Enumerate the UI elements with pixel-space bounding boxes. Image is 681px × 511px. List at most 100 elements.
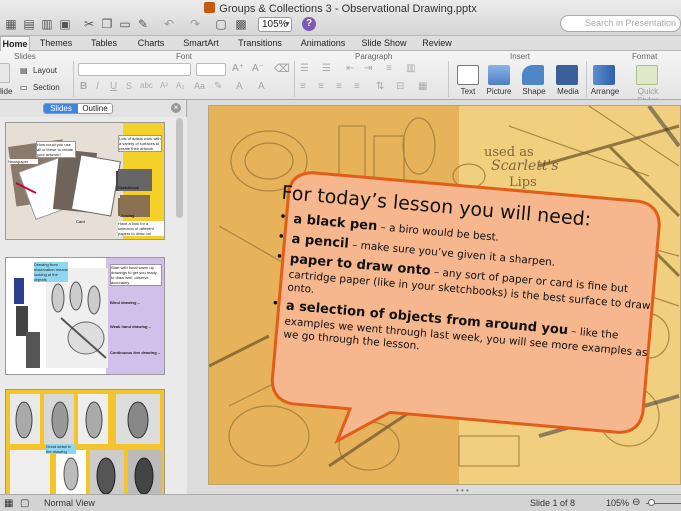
- thumb-note: Drawing from observation means looking a…: [34, 262, 68, 282]
- thumb-note: Have a look for a selection of different…: [118, 221, 164, 236]
- change-case-icon[interactable]: Aa: [194, 81, 205, 91]
- tab-tables[interactable]: Tables: [82, 36, 126, 51]
- new-slide-button[interactable]: lide: [0, 87, 12, 96]
- slide-sorter-icon[interactable]: ▢: [20, 498, 29, 509]
- tab-transitions[interactable]: Transitions: [230, 36, 290, 51]
- section-icon: ▭: [20, 83, 28, 92]
- superscript-icon[interactable]: A²: [160, 81, 168, 90]
- thumbnail-artwork: [6, 390, 164, 494]
- bullets-icon[interactable]: ☰: [300, 63, 309, 74]
- slides-pane: Slides Outline × Newspaper How could you…: [0, 100, 187, 494]
- tab-themes[interactable]: Themes: [33, 36, 79, 51]
- tab-slide-show[interactable]: Slide Show: [356, 36, 412, 51]
- new-icon[interactable]: ▤: [20, 15, 38, 33]
- slide-thumbnail-3[interactable]: Drawing from observation means looking a…: [5, 257, 165, 375]
- group-label-insert: Insert: [510, 52, 531, 61]
- font-color-icon[interactable]: A: [236, 81, 243, 92]
- text-direction-icon[interactable]: ⇅: [376, 81, 384, 92]
- tab-review[interactable]: Review: [416, 36, 458, 51]
- picture-icon[interactable]: [488, 65, 510, 85]
- bold-icon[interactable]: B: [80, 81, 87, 92]
- new-slide-icon[interactable]: [0, 63, 10, 83]
- tab-charts[interactable]: Charts: [129, 36, 173, 51]
- smartart-convert-icon[interactable]: ▦: [418, 81, 427, 92]
- slide-thumbnail-4[interactable]: Great detail in the drawing: [5, 389, 165, 494]
- strikethrough-icon[interactable]: abc: [140, 81, 153, 90]
- align-left-icon[interactable]: ≡: [300, 81, 306, 92]
- bullet-icon: •: [275, 250, 284, 263]
- chevron-down-icon[interactable]: ▼: [283, 17, 292, 32]
- italic-icon[interactable]: I: [96, 81, 99, 92]
- item-bold: a black pen: [292, 211, 378, 235]
- decrease-indent-icon[interactable]: ⇤: [346, 63, 354, 74]
- callout-text[interactable]: For today’s lesson you will need: • a bl…: [269, 182, 662, 375]
- align-text-icon[interactable]: ⊟: [396, 81, 404, 92]
- ribbon-tabs: Home Themes Tables Charts SmartArt Trans…: [0, 36, 681, 52]
- undo-icon[interactable]: ↶: [160, 15, 178, 33]
- arrange-button[interactable]: Arrange: [590, 87, 620, 96]
- slide-editor: used as Scarlett's Lips For today’s less…: [188, 100, 681, 494]
- thumb-label: Card: [76, 219, 85, 224]
- item-bold: a pencil: [291, 231, 350, 252]
- window-title: Groups & Collections 3 - Observational D…: [0, 2, 681, 15]
- align-center-icon[interactable]: ≡: [318, 81, 324, 92]
- tab-outline[interactable]: Outline: [78, 104, 112, 113]
- text-effects-icon[interactable]: A: [258, 81, 265, 92]
- media-browser-icon[interactable]: ▩: [232, 15, 250, 33]
- slide-position: Slide 1 of 8: [530, 498, 576, 508]
- group-label-format: Format: [632, 52, 658, 61]
- thumb-bullet: Blind drawing –: [110, 300, 140, 305]
- splitter-handle[interactable]: • • •: [456, 486, 469, 494]
- slide-show-icon[interactable]: ▢: [212, 15, 230, 33]
- increase-indent-icon[interactable]: ⇥: [364, 63, 372, 74]
- grow-font-icon[interactable]: A⁺: [232, 63, 244, 74]
- paste-icon[interactable]: ▭: [116, 15, 134, 33]
- line-spacing-icon[interactable]: ≡: [386, 63, 392, 74]
- text-button[interactable]: Text: [456, 87, 480, 96]
- highlight-icon[interactable]: ✎: [214, 81, 222, 92]
- tab-smartart[interactable]: SmartArt: [176, 36, 226, 51]
- font-name-select[interactable]: [78, 63, 191, 76]
- current-slide[interactable]: used as Scarlett's Lips For today’s less…: [208, 105, 681, 485]
- layout-button[interactable]: Layout: [33, 66, 57, 75]
- copy-icon[interactable]: ❐: [98, 15, 116, 33]
- align-right-icon[interactable]: ≡: [336, 81, 342, 92]
- media-icon[interactable]: [556, 65, 578, 85]
- normal-view-icon[interactable]: ▦: [4, 498, 13, 509]
- clear-format-icon[interactable]: ⌫: [274, 62, 290, 75]
- arrange-icon[interactable]: [593, 65, 615, 85]
- text-box-icon[interactable]: [457, 65, 479, 85]
- search-input[interactable]: Search in Presentation: [560, 15, 681, 32]
- subscript-icon[interactable]: A₂: [176, 81, 184, 90]
- shrink-font-icon[interactable]: A⁻: [252, 63, 264, 74]
- columns-icon[interactable]: ▥: [406, 63, 415, 74]
- zoom-out-icon[interactable]: ⊖: [632, 497, 640, 508]
- redo-icon[interactable]: ↷: [186, 15, 204, 33]
- ribbon-separator: [448, 61, 449, 97]
- tab-slides[interactable]: Slides: [44, 104, 78, 113]
- shape-icon[interactable]: [522, 65, 544, 85]
- sidebar-toggle-icon[interactable]: ▦: [2, 15, 20, 33]
- media-button[interactable]: Media: [554, 87, 582, 96]
- shadow-icon[interactable]: S: [126, 81, 132, 91]
- section-button[interactable]: Section: [33, 83, 60, 92]
- close-icon[interactable]: ×: [171, 103, 181, 113]
- picture-button[interactable]: Picture: [484, 87, 514, 96]
- thumb-bullet: Continuous line drawing –: [110, 350, 160, 355]
- thumbnail-scrollbar[interactable]: [176, 118, 183, 218]
- quick-styles-icon[interactable]: [636, 65, 658, 85]
- cut-icon[interactable]: ✂: [80, 15, 98, 33]
- open-icon[interactable]: ▥: [38, 15, 56, 33]
- tab-animations[interactable]: Animations: [293, 36, 353, 51]
- underline-icon[interactable]: U: [110, 81, 117, 92]
- shape-button[interactable]: Shape: [520, 87, 548, 96]
- help-icon[interactable]: ?: [302, 17, 316, 31]
- font-size-select[interactable]: [196, 63, 226, 76]
- justify-icon[interactable]: ≡: [354, 81, 360, 92]
- zoom-slider-thumb[interactable]: [648, 499, 655, 506]
- tab-home[interactable]: Home: [0, 36, 30, 52]
- format-painter-icon[interactable]: ✎: [134, 15, 152, 33]
- save-icon[interactable]: ▣: [56, 15, 74, 33]
- slide-thumbnail-2[interactable]: Newspaper How could you use all of these…: [5, 122, 165, 240]
- numbering-icon[interactable]: ☰: [322, 63, 331, 74]
